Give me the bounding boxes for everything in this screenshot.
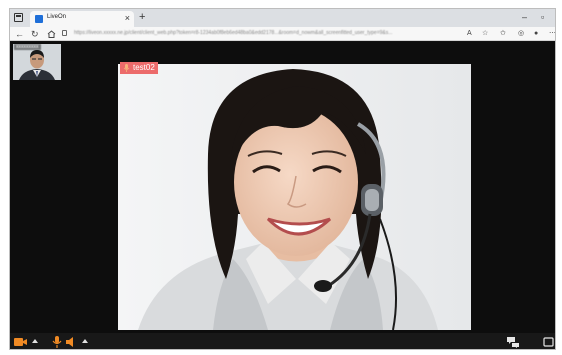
- tab-strip: LiveOn × + – ▫: [10, 9, 555, 27]
- main-speaker-video[interactable]: [118, 64, 471, 330]
- tab-title: LiveOn: [47, 14, 67, 20]
- url-field[interactable]: https://liveon.xxxxx.ne.jp/client/client…: [70, 29, 450, 39]
- camera-options-caret-icon[interactable]: [32, 339, 38, 343]
- speaker-name-label: test02: [133, 63, 155, 72]
- speaking-mic-icon: [123, 64, 130, 72]
- profile-icon[interactable]: ●: [534, 29, 538, 39]
- conference-area: xxxxxxxxx test02: [10, 42, 555, 333]
- minimize-button[interactable]: –: [522, 11, 527, 23]
- speaker-video-image: [118, 64, 471, 330]
- read-aloud-icon[interactable]: A: [467, 29, 472, 39]
- meeting-toolbar: [10, 333, 555, 349]
- audio-options-caret-icon[interactable]: [82, 339, 88, 343]
- favorites-list-icon[interactable]: ✩: [500, 29, 506, 39]
- window-menu-icon[interactable]: [14, 13, 23, 22]
- more-icon[interactable]: ⋯: [549, 29, 555, 39]
- back-icon[interactable]: ←: [15, 28, 24, 40]
- url-text: https://liveon.xxxxx.ne.jp/client/client…: [74, 30, 393, 36]
- reload-icon[interactable]: ↻: [31, 28, 39, 40]
- browser-window: LiveOn × + – ▫ ← ↻ https://liveon.xxxxx.…: [9, 8, 556, 350]
- liveon-favicon-icon: [35, 15, 43, 23]
- speaker-name-tag: test02: [120, 62, 158, 74]
- home-icon[interactable]: [47, 30, 56, 38]
- tab-close-icon[interactable]: ×: [125, 13, 130, 23]
- camera-icon[interactable]: [14, 336, 28, 348]
- chat-icon[interactable]: [507, 336, 519, 348]
- maximize-button[interactable]: ▫: [541, 11, 544, 23]
- lock-icon: [62, 30, 67, 36]
- new-tab-button[interactable]: +: [139, 10, 145, 24]
- microphone-icon[interactable]: [52, 336, 62, 348]
- self-name-label: xxxxxxxxx: [14, 44, 41, 50]
- browser-tab[interactable]: LiveOn ×: [30, 11, 134, 27]
- favorite-icon[interactable]: ☆: [482, 29, 488, 39]
- address-bar: ← ↻ https://liveon.xxxxx.ne.jp/client/cl…: [10, 27, 555, 41]
- collections-icon[interactable]: ◎: [518, 29, 524, 39]
- self-video-thumbnail[interactable]: xxxxxxxxx: [13, 44, 61, 80]
- speaker-volume-icon[interactable]: [66, 336, 77, 348]
- screen-layout-icon[interactable]: [543, 336, 554, 348]
